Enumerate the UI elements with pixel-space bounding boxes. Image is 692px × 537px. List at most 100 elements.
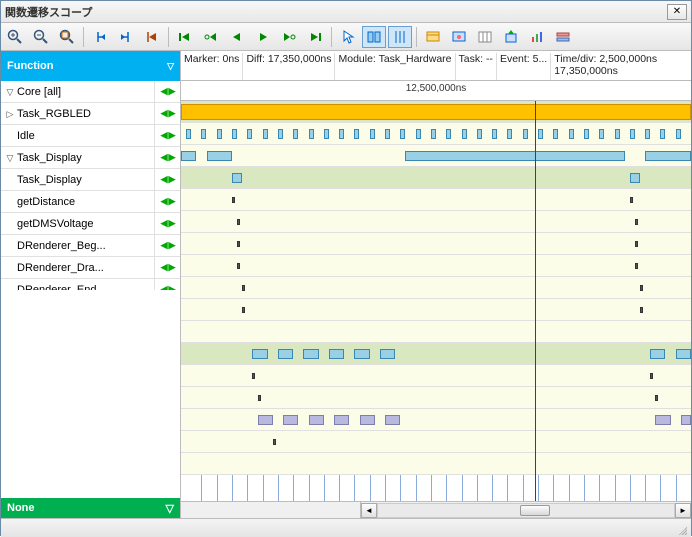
columns-icon[interactable] — [473, 26, 497, 48]
activity-bar[interactable] — [309, 415, 324, 425]
activity-tick[interactable] — [630, 197, 633, 203]
activity-stub[interactable] — [492, 129, 497, 139]
prev-marker-icon[interactable]: ◀ — [161, 174, 167, 185]
timeline-track[interactable] — [181, 387, 691, 409]
activity-tick[interactable] — [237, 241, 240, 247]
expander-icon[interactable]: ▷ — [5, 109, 15, 120]
filter-icon[interactable] — [421, 26, 445, 48]
tree-row[interactable]: getDistance◀▶ — [1, 191, 180, 213]
prev-marker-icon[interactable]: ◀ — [161, 218, 167, 229]
prev-marker-icon[interactable]: ◀ — [161, 152, 167, 163]
activity-bar[interactable] — [283, 415, 298, 425]
time-ruler[interactable]: 12,500,000ns — [181, 81, 691, 101]
function-header[interactable]: Function ▽ — [1, 51, 180, 81]
activity-bar[interactable] — [278, 349, 293, 359]
activity-bar[interactable] — [655, 415, 670, 425]
activity-stub[interactable] — [523, 129, 528, 139]
highlight-icon[interactable] — [447, 26, 471, 48]
activity-stub[interactable] — [339, 129, 344, 139]
prev-event-icon[interactable] — [199, 26, 223, 48]
activity-stub[interactable] — [446, 129, 451, 139]
activity-bar[interactable] — [630, 173, 640, 183]
activity-tick[interactable] — [232, 197, 235, 203]
time-cursor[interactable] — [535, 101, 536, 501]
timeline-track[interactable] — [181, 145, 691, 167]
timeline-track[interactable] — [181, 453, 691, 475]
activity-stub[interactable] — [660, 129, 665, 139]
activity-stub[interactable] — [584, 129, 589, 139]
prev-marker-icon[interactable]: ◀ — [161, 284, 167, 290]
activity-tick[interactable] — [655, 395, 658, 401]
settings-icon[interactable] — [551, 26, 575, 48]
chart-icon[interactable] — [525, 26, 549, 48]
activity-stub[interactable] — [385, 129, 390, 139]
activity-stub[interactable] — [324, 129, 329, 139]
activity-stub[interactable] — [507, 129, 512, 139]
prev-marker-icon[interactable]: ◀ — [161, 130, 167, 141]
activity-tick[interactable] — [242, 307, 245, 313]
prev-marker-icon[interactable]: ◀ — [161, 196, 167, 207]
activity-stub[interactable] — [416, 129, 421, 139]
timeline-track[interactable] — [181, 189, 691, 211]
tree-row[interactable]: DRenderer_Dra...◀▶ — [1, 257, 180, 279]
activity-tick[interactable] — [640, 307, 643, 313]
activity-tick[interactable] — [273, 439, 276, 445]
activity-stub[interactable] — [354, 129, 359, 139]
scroll-right-button[interactable]: ► — [675, 503, 691, 518]
cursor-right-icon[interactable] — [114, 26, 138, 48]
prev-marker-icon[interactable]: ◀ — [161, 108, 167, 119]
activity-tick[interactable] — [650, 373, 653, 379]
activity-tick[interactable] — [237, 263, 240, 269]
activity-stub[interactable] — [186, 129, 191, 139]
activity-bar[interactable] — [405, 151, 624, 161]
activity-stub[interactable] — [538, 129, 543, 139]
activity-stub[interactable] — [370, 129, 375, 139]
activity-bar[interactable] — [380, 349, 395, 359]
scroll-thumb[interactable] — [520, 505, 550, 516]
activity-bar[interactable] — [329, 349, 344, 359]
zoom-in-icon[interactable] — [3, 26, 27, 48]
tree-row[interactable]: ▽Task_Display◀▶ — [1, 147, 180, 169]
export-icon[interactable] — [499, 26, 523, 48]
goto-end-icon[interactable] — [303, 26, 327, 48]
tree-row[interactable]: Idle◀▶ — [1, 125, 180, 147]
tree-row[interactable]: Task_Display◀▶ — [1, 169, 180, 191]
next-marker-icon[interactable]: ▶ — [169, 262, 175, 273]
toggle-lines-icon[interactable] — [388, 26, 412, 48]
timeline-track[interactable] — [181, 255, 691, 277]
activity-stub[interactable] — [599, 129, 604, 139]
timeline-track[interactable] — [181, 409, 691, 431]
timeline-track[interactable] — [181, 365, 691, 387]
activity-bar[interactable] — [207, 151, 233, 161]
resize-grip-icon[interactable] — [673, 521, 687, 535]
none-header[interactable]: None ▽ — [1, 498, 180, 518]
activity-bar[interactable] — [181, 104, 691, 120]
activity-tick[interactable] — [252, 373, 255, 379]
timeline-track[interactable] — [181, 167, 691, 189]
activity-bar[interactable] — [181, 151, 196, 161]
activity-stub[interactable] — [263, 129, 268, 139]
next-marker-icon[interactable]: ▶ — [169, 240, 175, 251]
tree-row[interactable]: DRenderer_Beg...◀▶ — [1, 235, 180, 257]
timeline-track[interactable] — [181, 277, 691, 299]
timeline-track[interactable] — [181, 101, 691, 123]
activity-bar[interactable] — [252, 349, 267, 359]
next-marker-icon[interactable]: ▶ — [169, 86, 175, 97]
timeline-track[interactable] — [181, 299, 691, 321]
next-marker-icon[interactable]: ▶ — [169, 196, 175, 207]
tree-row[interactable]: ▷Task_RGBLED◀▶ — [1, 103, 180, 125]
activity-bar[interactable] — [681, 415, 691, 425]
prev-marker-icon[interactable]: ◀ — [161, 262, 167, 273]
next-marker-icon[interactable]: ▶ — [169, 284, 175, 290]
activity-stub[interactable] — [676, 129, 681, 139]
activity-stub[interactable] — [400, 129, 405, 139]
activity-stub[interactable] — [217, 129, 222, 139]
zoom-fit-icon[interactable] — [55, 26, 79, 48]
h-scrollbar[interactable]: ◄ ► — [361, 502, 691, 518]
activity-bar[interactable] — [676, 349, 691, 359]
activity-stub[interactable] — [201, 129, 206, 139]
goto-start-icon[interactable] — [173, 26, 197, 48]
activity-stub[interactable] — [247, 129, 252, 139]
activity-bar[interactable] — [258, 415, 273, 425]
activity-tick[interactable] — [640, 285, 643, 291]
